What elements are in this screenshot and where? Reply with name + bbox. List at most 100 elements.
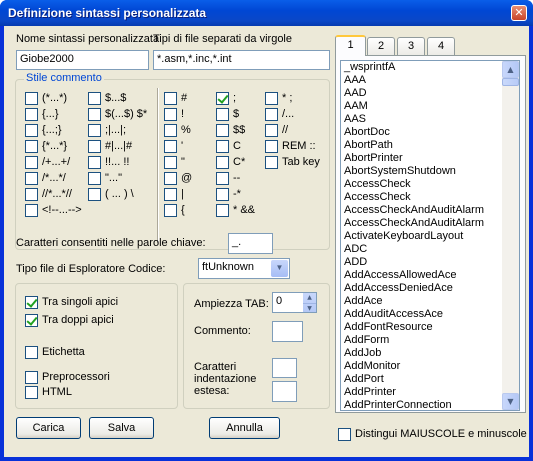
tab-width-spinner[interactable]: ▲ ▼ xyxy=(303,292,317,313)
indent-input-1[interactable] xyxy=(272,358,297,378)
comment-col1-7-checkbox[interactable] xyxy=(25,204,38,217)
spin-down-icon[interactable]: ▼ xyxy=(303,303,316,313)
list-item[interactable]: AddMonitor xyxy=(341,360,519,373)
close-button[interactable]: ✕ xyxy=(511,5,527,21)
comment-col3-0-checkbox[interactable] xyxy=(164,92,177,105)
comment-col1-3-checkbox[interactable] xyxy=(25,140,38,153)
list-scrollbar[interactable]: ▲ ▼ xyxy=(502,61,519,410)
quote-option-0-checkbox[interactable] xyxy=(25,296,38,309)
comment-col1-5-checkbox[interactable] xyxy=(25,172,38,185)
list-item[interactable]: AAD xyxy=(341,87,519,100)
chevron-down-icon[interactable]: ▼ xyxy=(271,260,288,277)
tab-width-input[interactable]: 0 xyxy=(272,292,304,313)
list-item[interactable]: AbortPath xyxy=(341,139,519,152)
comment-col5-3-checkbox[interactable] xyxy=(265,140,278,153)
scroll-down-icon[interactable]: ▼ xyxy=(502,393,519,410)
comment-col3-4-checkbox[interactable] xyxy=(164,156,177,169)
list-item[interactable]: AbortPrinter xyxy=(341,152,519,165)
list-item[interactable]: ADC xyxy=(341,243,519,256)
keyword-chars-input[interactable]: _. xyxy=(228,233,273,254)
comment-col3-6-label: | xyxy=(181,188,184,200)
list-item[interactable]: AddForm xyxy=(341,334,519,347)
quote-option-2-checkbox[interactable] xyxy=(25,346,38,359)
keyword-list[interactable]: _wsprintfA AAA AAD AAM AAS AbortDoc AbortPath A… xyxy=(340,60,520,411)
list-item[interactable]: AddPrinter xyxy=(341,386,519,399)
list-item[interactable]: AddPort xyxy=(341,373,519,386)
explorer-type-select[interactable]: ftUnknown ▼ xyxy=(198,258,290,279)
comment-col3-6-checkbox[interactable] xyxy=(164,188,177,201)
comment-col4-4-checkbox[interactable] xyxy=(216,156,229,169)
comment-col1-2-checkbox[interactable] xyxy=(25,124,38,137)
comment-col4-5-checkbox[interactable] xyxy=(216,172,229,185)
list-item[interactable]: AbortDoc xyxy=(341,126,519,139)
list-item[interactable]: AAA xyxy=(341,74,519,87)
list-item[interactable]: AAS xyxy=(341,113,519,126)
comment-col5-0-checkbox[interactable] xyxy=(265,92,278,105)
comment-col2-0-checkbox[interactable] xyxy=(88,92,101,105)
comment-col4-0-checkbox[interactable] xyxy=(216,92,229,105)
syntax-name-input[interactable]: Giobe2000 xyxy=(16,50,149,70)
list-item[interactable]: AbortSystemShutdown xyxy=(341,165,519,178)
comment-col1-0-checkbox[interactable] xyxy=(25,92,38,105)
list-item[interactable]: AddFontResource xyxy=(341,321,519,334)
tab-4[interactable]: 4 xyxy=(427,37,455,55)
comment-col2-4-checkbox[interactable] xyxy=(88,156,101,169)
list-item[interactable]: AccessCheck xyxy=(341,191,519,204)
comment-col2-3-checkbox[interactable] xyxy=(88,140,101,153)
load-button[interactable]: Carica xyxy=(16,417,81,439)
tab-1[interactable]: 1 xyxy=(335,35,366,56)
case-sensitive-checkbox[interactable] xyxy=(338,428,351,441)
comment-col5-1-checkbox[interactable] xyxy=(265,108,278,121)
list-item[interactable]: AddPrinterConnection xyxy=(341,399,519,410)
comment-col3-5-checkbox[interactable] xyxy=(164,172,177,185)
comment-col2-6-label: ( ... ) \ xyxy=(105,188,134,200)
scroll-up-icon[interactable]: ▲ xyxy=(502,61,519,78)
comment-col2-2-checkbox[interactable] xyxy=(88,124,101,137)
list-item[interactable]: AccessCheckAndAuditAlarm xyxy=(341,217,519,230)
quote-option-4-checkbox[interactable] xyxy=(25,386,38,399)
scroll-thumb[interactable] xyxy=(502,78,519,86)
quote-option-3-checkbox[interactable] xyxy=(25,371,38,384)
comment-col3-2-checkbox[interactable] xyxy=(164,124,177,137)
comment-col5-4-checkbox[interactable] xyxy=(265,156,278,169)
comment-col5-2-checkbox[interactable] xyxy=(265,124,278,137)
comment-col4-7-checkbox[interactable] xyxy=(216,204,229,217)
comment-col1-6-checkbox[interactable] xyxy=(25,188,38,201)
comment-col3-3-checkbox[interactable] xyxy=(164,140,177,153)
comment-col1-4-checkbox[interactable] xyxy=(25,156,38,169)
quote-option-1-checkbox[interactable] xyxy=(25,314,38,327)
comment-col2-1-checkbox[interactable] xyxy=(88,108,101,121)
comment-col4-1-checkbox[interactable] xyxy=(216,108,229,121)
list-item[interactable]: _wsprintfA xyxy=(341,61,519,74)
comment-col3-2-label: % xyxy=(181,124,191,136)
indent-label: Caratteri indentazione estesa: xyxy=(194,361,257,397)
comment-col2-5-checkbox[interactable] xyxy=(88,172,101,185)
comment-col3-1-checkbox[interactable] xyxy=(164,108,177,121)
comment-col1-1-checkbox[interactable] xyxy=(25,108,38,121)
list-item[interactable]: AccessCheck xyxy=(341,178,519,191)
list-item[interactable]: AccessCheckAndAuditAlarm xyxy=(341,204,519,217)
list-item[interactable]: AAM xyxy=(341,100,519,113)
tab-3[interactable]: 3 xyxy=(397,37,425,55)
comment-col4-6-checkbox[interactable] xyxy=(216,188,229,201)
list-item[interactable]: AddAuditAccessAce xyxy=(341,308,519,321)
comment-input[interactable] xyxy=(272,321,303,342)
list-item[interactable]: ActivateKeyboardLayout xyxy=(341,230,519,243)
list-item[interactable]: AddAce xyxy=(341,295,519,308)
extensions-input[interactable]: *.asm,*.inc,*.int xyxy=(153,50,330,70)
cancel-button[interactable]: Annulla xyxy=(209,417,280,439)
list-item[interactable]: AddAccessAllowedAce xyxy=(341,269,519,282)
tab-2[interactable]: 2 xyxy=(367,37,395,55)
comment-col3-7-checkbox[interactable] xyxy=(164,204,177,217)
list-item[interactable]: AddAccessDeniedAce xyxy=(341,282,519,295)
comment-col4-2-checkbox[interactable] xyxy=(216,124,229,137)
comment-col3-1-label: ! xyxy=(181,108,185,120)
comment-col2-6-checkbox[interactable] xyxy=(88,188,101,201)
spin-up-icon[interactable]: ▲ xyxy=(303,293,316,303)
title-bar[interactable]: Definizione sintassi personalizzata ✕ xyxy=(0,0,533,26)
list-item[interactable]: AddJob xyxy=(341,347,519,360)
comment-col4-3-checkbox[interactable] xyxy=(216,140,229,153)
indent-input-2[interactable] xyxy=(272,381,297,402)
list-item[interactable]: ADD xyxy=(341,256,519,269)
save-button[interactable]: Salva xyxy=(89,417,154,439)
